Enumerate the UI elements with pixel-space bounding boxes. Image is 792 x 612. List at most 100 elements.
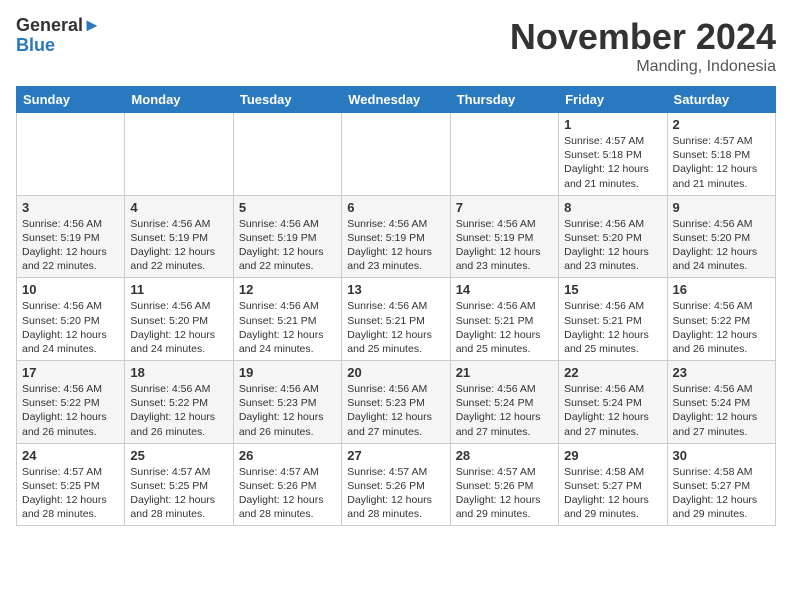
day-info: Sunrise: 4:58 AMSunset: 5:27 PMDaylight:… [564, 465, 661, 522]
day-number: 25 [130, 448, 227, 463]
logo-text: General► Blue [16, 16, 101, 56]
calendar-week-4: 17 Sunrise: 4:56 AMSunset: 5:22 PMDayligh… [17, 361, 776, 444]
calendar-cell: 27 Sunrise: 4:57 AMSunset: 5:26 PMDayligh… [342, 443, 450, 526]
day-info: Sunrise: 4:56 AMSunset: 5:20 PMDaylight:… [673, 217, 770, 274]
day-number: 10 [22, 282, 119, 297]
calendar-week-3: 10 Sunrise: 4:56 AMSunset: 5:20 PMDayligh… [17, 278, 776, 361]
weekday-header-monday: Monday [125, 87, 233, 113]
calendar-cell [17, 113, 125, 196]
calendar-cell: 9 Sunrise: 4:56 AMSunset: 5:20 PMDaylight… [667, 195, 775, 278]
day-info: Sunrise: 4:56 AMSunset: 5:19 PMDaylight:… [456, 217, 553, 274]
day-number: 21 [456, 365, 553, 380]
day-number: 9 [673, 200, 770, 215]
calendar-cell: 4 Sunrise: 4:56 AMSunset: 5:19 PMDaylight… [125, 195, 233, 278]
day-info: Sunrise: 4:56 AMSunset: 5:21 PMDaylight:… [239, 299, 336, 356]
day-number: 2 [673, 117, 770, 132]
page-header: General► Blue November 2024 Manding, Ind… [16, 16, 776, 76]
month-title: November 2024 [510, 16, 776, 58]
calendar-cell: 12 Sunrise: 4:56 AMSunset: 5:21 PMDayligh… [233, 278, 341, 361]
calendar-cell [233, 113, 341, 196]
day-info: Sunrise: 4:57 AMSunset: 5:18 PMDaylight:… [673, 134, 770, 191]
calendar-week-1: 1 Sunrise: 4:57 AMSunset: 5:18 PMDaylight… [17, 113, 776, 196]
calendar-cell: 3 Sunrise: 4:56 AMSunset: 5:19 PMDaylight… [17, 195, 125, 278]
day-info: Sunrise: 4:57 AMSunset: 5:26 PMDaylight:… [239, 465, 336, 522]
day-number: 29 [564, 448, 661, 463]
calendar-week-2: 3 Sunrise: 4:56 AMSunset: 5:19 PMDaylight… [17, 195, 776, 278]
logo: General► Blue [16, 16, 101, 56]
day-number: 24 [22, 448, 119, 463]
day-info: Sunrise: 4:56 AMSunset: 5:24 PMDaylight:… [564, 382, 661, 439]
weekday-header-saturday: Saturday [667, 87, 775, 113]
day-info: Sunrise: 4:57 AMSunset: 5:26 PMDaylight:… [347, 465, 444, 522]
calendar-cell: 28Sunrise: 4:57 AMSunset: 5:26 PMDayligh… [450, 443, 558, 526]
calendar-cell: 10 Sunrise: 4:56 AMSunset: 5:20 PMDayligh… [17, 278, 125, 361]
calendar-cell: 2 Sunrise: 4:57 AMSunset: 5:18 PMDaylight… [667, 113, 775, 196]
day-info: Sunrise: 4:56 AMSunset: 5:20 PMDaylight:… [22, 299, 119, 356]
day-info: Sunrise: 4:56 AMSunset: 5:21 PMDaylight:… [456, 299, 553, 356]
day-number: 18 [130, 365, 227, 380]
calendar-cell: 14 Sunrise: 4:56 AMSunset: 5:21 PMDayligh… [450, 278, 558, 361]
calendar-cell: 26Sunrise: 4:57 AMSunset: 5:26 PMDayligh… [233, 443, 341, 526]
day-info: Sunrise: 4:56 AMSunset: 5:21 PMDaylight:… [564, 299, 661, 356]
day-number: 12 [239, 282, 336, 297]
day-info: Sunrise: 4:56 AMSunset: 5:19 PMDaylight:… [130, 217, 227, 274]
calendar-cell: 6 Sunrise: 4:56 AMSunset: 5:19 PMDaylight… [342, 195, 450, 278]
day-number: 19 [239, 365, 336, 380]
calendar-cell: 16Sunrise: 4:56 AMSunset: 5:22 PMDayligh… [667, 278, 775, 361]
calendar-cell: 17 Sunrise: 4:56 AMSunset: 5:22 PMDayligh… [17, 361, 125, 444]
day-info: Sunrise: 4:56 AMSunset: 5:21 PMDaylight:… [347, 299, 444, 356]
day-info: Sunrise: 4:56 AMSunset: 5:19 PMDaylight:… [22, 217, 119, 274]
day-info: Sunrise: 4:56 AMSunset: 5:20 PMDaylight:… [564, 217, 661, 274]
day-info: Sunrise: 4:57 AMSunset: 5:26 PMDaylight:… [456, 465, 553, 522]
calendar-cell [342, 113, 450, 196]
day-number: 7 [456, 200, 553, 215]
calendar-cell: 18 Sunrise: 4:56 AMSunset: 5:22 PMDayligh… [125, 361, 233, 444]
calendar-cell: 30 Sunrise: 4:58 AMSunset: 5:27 PMDayligh… [667, 443, 775, 526]
day-info: Sunrise: 4:56 AMSunset: 5:20 PMDaylight:… [130, 299, 227, 356]
calendar-cell: 19 Sunrise: 4:56 AMSunset: 5:23 PMDayligh… [233, 361, 341, 444]
calendar-cell [450, 113, 558, 196]
day-number: 27 [347, 448, 444, 463]
day-info: Sunrise: 4:56 AMSunset: 5:22 PMDaylight:… [22, 382, 119, 439]
calendar-cell: 7 Sunrise: 4:56 AMSunset: 5:19 PMDaylight… [450, 195, 558, 278]
calendar-cell: 24Sunrise: 4:57 AMSunset: 5:25 PMDayligh… [17, 443, 125, 526]
calendar-cell: 29 Sunrise: 4:58 AMSunset: 5:27 PMDayligh… [559, 443, 667, 526]
weekday-header-wednesday: Wednesday [342, 87, 450, 113]
day-info: Sunrise: 4:57 AMSunset: 5:18 PMDaylight:… [564, 134, 661, 191]
day-info: Sunrise: 4:56 AMSunset: 5:19 PMDaylight:… [347, 217, 444, 274]
logo-general: General [16, 15, 83, 35]
calendar-cell: 5 Sunrise: 4:56 AMSunset: 5:19 PMDaylight… [233, 195, 341, 278]
day-number: 20 [347, 365, 444, 380]
location: Manding, Indonesia [510, 58, 776, 76]
day-info: Sunrise: 4:56 AMSunset: 5:24 PMDaylight:… [673, 382, 770, 439]
day-number: 23 [673, 365, 770, 380]
day-info: Sunrise: 4:56 AMSunset: 5:24 PMDaylight:… [456, 382, 553, 439]
day-number: 14 [456, 282, 553, 297]
calendar-cell: 1 Sunrise: 4:57 AMSunset: 5:18 PMDaylight… [559, 113, 667, 196]
day-number: 6 [347, 200, 444, 215]
day-number: 30 [673, 448, 770, 463]
logo-icon: ► [83, 15, 101, 35]
day-number: 15 [564, 282, 661, 297]
calendar-cell: 20 Sunrise: 4:56 AMSunset: 5:23 PMDayligh… [342, 361, 450, 444]
day-number: 13 [347, 282, 444, 297]
day-info: Sunrise: 4:56 AMSunset: 5:23 PMDaylight:… [239, 382, 336, 439]
day-info: Sunrise: 4:56 AMSunset: 5:19 PMDaylight:… [239, 217, 336, 274]
day-number: 17 [22, 365, 119, 380]
day-info: Sunrise: 4:58 AMSunset: 5:27 PMDaylight:… [673, 465, 770, 522]
day-number: 16 [673, 282, 770, 297]
day-number: 5 [239, 200, 336, 215]
title-block: November 2024 Manding, Indonesia [510, 16, 776, 76]
calendar-cell: 23 Sunrise: 4:56 AMSunset: 5:24 PMDayligh… [667, 361, 775, 444]
day-number: 3 [22, 200, 119, 215]
day-info: Sunrise: 4:56 AMSunset: 5:22 PMDaylight:… [130, 382, 227, 439]
calendar-cell: 8Sunrise: 4:56 AMSunset: 5:20 PMDaylight… [559, 195, 667, 278]
day-number: 22 [564, 365, 661, 380]
calendar-header-row: SundayMondayTuesdayWednesdayThursdayFrid… [17, 87, 776, 113]
day-number: 1 [564, 117, 661, 132]
calendar-cell: 15 Sunrise: 4:56 AMSunset: 5:21 PMDayligh… [559, 278, 667, 361]
calendar-cell: 11Sunrise: 4:56 AMSunset: 5:20 PMDayligh… [125, 278, 233, 361]
day-info: Sunrise: 4:56 AMSunset: 5:23 PMDaylight:… [347, 382, 444, 439]
calendar-cell: 13 Sunrise: 4:56 AMSunset: 5:21 PMDayligh… [342, 278, 450, 361]
day-number: 4 [130, 200, 227, 215]
